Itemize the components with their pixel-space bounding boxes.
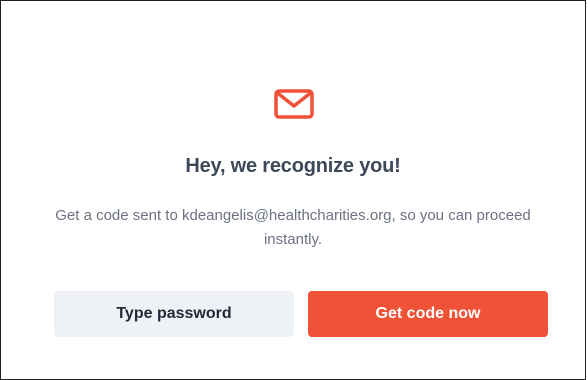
envelope-icon bbox=[274, 89, 314, 119]
dialog-message: Get a code sent to kdeangelis@healthchar… bbox=[55, 207, 531, 248]
type-password-button[interactable]: Type password bbox=[54, 291, 294, 337]
dialog-title: Hey, we recognize you! bbox=[185, 155, 401, 177]
get-code-now-button[interactable]: Get code now bbox=[308, 291, 548, 337]
recognition-dialog: Hey, we recognize you! Get a code sent t… bbox=[0, 0, 586, 380]
